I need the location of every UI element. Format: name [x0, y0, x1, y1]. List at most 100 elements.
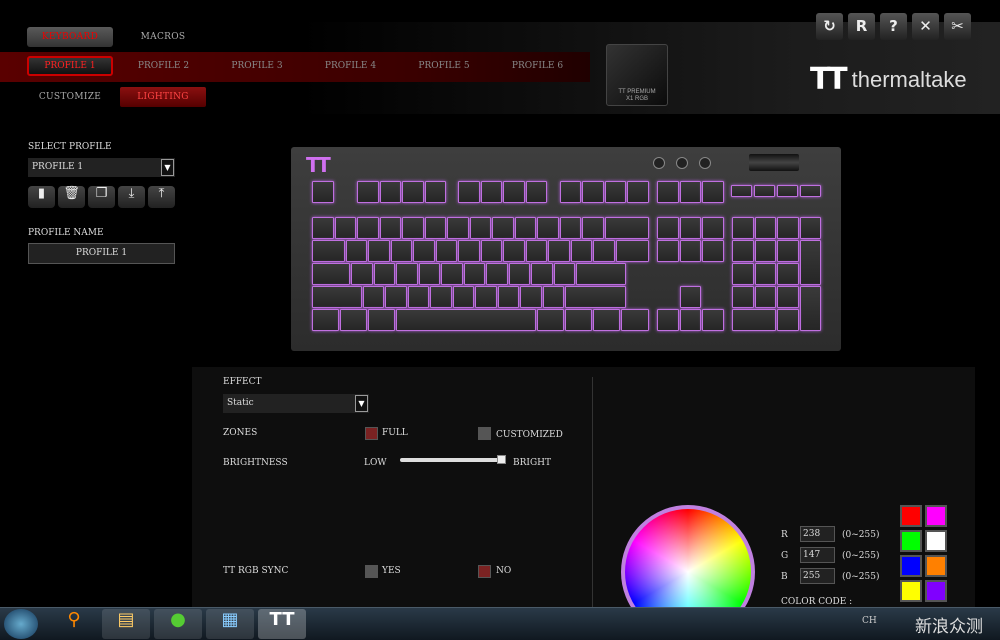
key[interactable] — [777, 263, 799, 285]
key[interactable] — [615, 240, 649, 262]
key[interactable] — [351, 263, 373, 285]
key[interactable] — [777, 217, 799, 239]
color-swatch[interactable] — [900, 555, 922, 577]
key[interactable] — [777, 309, 799, 331]
key[interactable] — [702, 181, 724, 203]
close-icon[interactable]: ✕ — [912, 13, 939, 40]
key[interactable] — [582, 181, 604, 203]
key[interactable] — [732, 240, 754, 262]
g-input[interactable]: 147 — [800, 547, 835, 563]
key[interactable] — [799, 286, 821, 331]
key[interactable] — [368, 240, 390, 262]
tools-icon[interactable]: ✂ — [944, 13, 971, 40]
r-input[interactable]: 238 — [800, 526, 835, 542]
key[interactable] — [357, 181, 379, 203]
color-swatch[interactable] — [900, 580, 922, 602]
volume-roller[interactable] — [749, 154, 799, 171]
zone-customized-checkbox[interactable] — [478, 427, 491, 440]
key[interactable] — [385, 286, 407, 308]
key[interactable] — [486, 263, 508, 285]
key[interactable] — [553, 263, 576, 285]
key[interactable] — [754, 217, 776, 239]
key[interactable] — [799, 217, 821, 239]
key[interactable] — [565, 286, 626, 308]
key[interactable] — [537, 309, 565, 331]
key[interactable] — [525, 240, 548, 262]
key[interactable] — [754, 185, 775, 197]
tab-macros[interactable]: MACROS — [120, 27, 206, 47]
key[interactable] — [582, 217, 604, 239]
key[interactable] — [312, 286, 362, 308]
key[interactable] — [520, 286, 542, 308]
tab-profile-5[interactable]: PROFILE 5 — [401, 56, 487, 76]
key[interactable] — [402, 217, 424, 239]
import-icon[interactable]: ⤓ — [118, 186, 145, 208]
key[interactable] — [312, 181, 334, 203]
key[interactable] — [345, 240, 368, 262]
key[interactable] — [777, 185, 798, 197]
key[interactable] — [458, 240, 480, 262]
key[interactable] — [732, 309, 776, 331]
key[interactable] — [732, 217, 754, 239]
key[interactable] — [514, 217, 536, 239]
key[interactable] — [430, 286, 452, 308]
key[interactable] — [702, 217, 724, 239]
key[interactable] — [497, 286, 520, 308]
key[interactable] — [413, 240, 435, 262]
key[interactable] — [312, 240, 345, 262]
key[interactable] — [593, 309, 621, 331]
key[interactable] — [679, 181, 701, 203]
key[interactable] — [447, 217, 469, 239]
refresh-icon[interactable]: ↻ — [816, 13, 843, 40]
key[interactable] — [679, 286, 701, 308]
key[interactable] — [396, 309, 536, 331]
key[interactable] — [702, 309, 724, 331]
key[interactable] — [537, 217, 559, 239]
control-panel-icon[interactable]: ▦ — [206, 609, 254, 639]
key[interactable] — [525, 181, 548, 203]
color-swatch[interactable] — [925, 530, 947, 552]
key[interactable] — [379, 217, 401, 239]
profile-name-input[interactable]: PROFILE 1 — [28, 243, 175, 264]
key[interactable] — [463, 263, 486, 285]
tab-profile-2[interactable]: PROFILE 2 — [121, 56, 207, 76]
key[interactable] — [452, 286, 475, 308]
export-icon[interactable]: ⤒ — [148, 186, 175, 208]
key[interactable] — [390, 240, 413, 262]
key[interactable] — [531, 263, 553, 285]
key[interactable] — [777, 286, 799, 308]
color-swatch[interactable] — [925, 580, 947, 602]
key[interactable] — [312, 217, 334, 239]
tab-profile-1[interactable]: PROFILE 1 — [27, 56, 113, 76]
thermaltake-app-icon[interactable]: TT — [258, 609, 306, 639]
tab-profile-6[interactable]: PROFILE 6 — [495, 56, 581, 76]
key[interactable] — [424, 217, 446, 239]
key[interactable] — [657, 240, 679, 262]
lock-icon[interactable] — [699, 157, 711, 169]
key[interactable] — [732, 286, 754, 308]
media-icon[interactable] — [676, 157, 688, 169]
tab-keyboard[interactable]: KEYBOARD — [27, 27, 113, 47]
wechat-icon[interactable]: ● — [154, 609, 202, 639]
key[interactable] — [407, 286, 430, 308]
key[interactable] — [679, 240, 701, 262]
copy-icon[interactable]: ❐ — [88, 186, 115, 208]
key[interactable] — [492, 217, 514, 239]
key[interactable] — [565, 309, 593, 331]
color-swatch[interactable] — [900, 530, 922, 552]
slider-handle[interactable] — [497, 455, 506, 464]
key[interactable] — [469, 217, 491, 239]
key[interactable] — [334, 217, 356, 239]
tab-profile-4[interactable]: PROFILE 4 — [308, 56, 394, 76]
chevron-down-icon[interactable]: ▼ — [355, 395, 368, 412]
key[interactable] — [754, 286, 776, 308]
reset-icon[interactable]: R — [848, 13, 875, 40]
key[interactable] — [702, 240, 724, 262]
key[interactable] — [357, 217, 379, 239]
sync-no-checkbox[interactable] — [478, 565, 491, 578]
key[interactable] — [373, 263, 396, 285]
key[interactable] — [458, 181, 480, 203]
language-indicator[interactable]: CH — [862, 616, 877, 626]
chevron-down-icon[interactable]: ▼ — [161, 159, 174, 176]
key[interactable] — [777, 240, 799, 262]
